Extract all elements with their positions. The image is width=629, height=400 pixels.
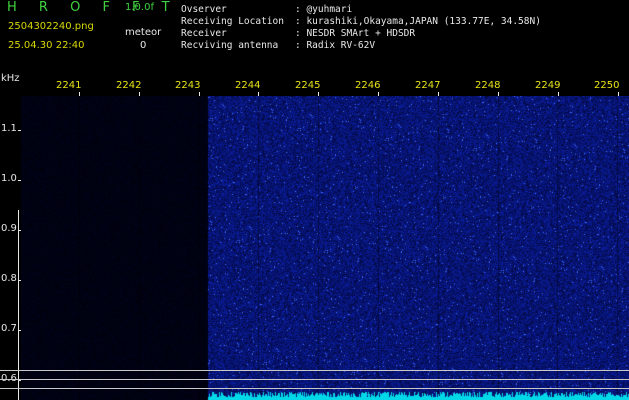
time-label-2250: 2250 bbox=[594, 80, 620, 91]
location-key: Receiving Location bbox=[181, 16, 284, 27]
freq-label-1-1: 1.1 bbox=[1, 123, 17, 134]
antenna-key: Recviving antenna bbox=[181, 40, 279, 51]
left-scale-bar bbox=[18, 210, 19, 400]
time-label-2249: 2249 bbox=[535, 80, 561, 91]
time-label-2242: 2242 bbox=[116, 80, 142, 91]
app-version: 1.0.0f bbox=[125, 2, 154, 13]
time-label-2241: 2241 bbox=[56, 80, 82, 91]
observer-key: Ovserver bbox=[181, 4, 227, 15]
antenna-value: : Radix RV-62V bbox=[295, 40, 376, 51]
reference-line bbox=[0, 388, 629, 389]
freq-label-1-0: 1.0 bbox=[1, 173, 17, 184]
location-value: : kurashiki,Okayama,JAPAN (133.77E, 34.5… bbox=[295, 16, 541, 27]
time-label-2247: 2247 bbox=[415, 80, 441, 91]
time-label-2245: 2245 bbox=[295, 80, 321, 91]
image-filename: 2504302240.png bbox=[8, 21, 94, 32]
freq-label-0-9: 0.9 bbox=[1, 223, 17, 234]
freq-label-0-7: 0.7 bbox=[1, 323, 17, 334]
capture-datetime: 25.04.30 22:40 bbox=[8, 40, 85, 51]
receiver-value: : NESDR SMArt + HDSDR bbox=[295, 28, 416, 39]
spectrogram-canvas bbox=[21, 96, 629, 400]
reference-line bbox=[0, 370, 629, 371]
meteor-label: meteor bbox=[125, 27, 162, 38]
time-label-2243: 2243 bbox=[175, 80, 201, 91]
hrofft-window: H R O F F T 1.0.0f 2504302240.png 25.04.… bbox=[0, 0, 629, 400]
meteor-count: 0 bbox=[140, 40, 147, 51]
reference-line bbox=[0, 379, 629, 380]
time-label-2248: 2248 bbox=[475, 80, 501, 91]
freq-label-0-8: 0.8 bbox=[1, 273, 17, 284]
observer-value: : @yuhmari bbox=[295, 4, 353, 15]
time-label-2246: 2246 bbox=[355, 80, 381, 91]
time-label-2244: 2244 bbox=[235, 80, 261, 91]
y-axis-unit: kHz bbox=[1, 73, 20, 84]
receiver-key: Receiver bbox=[181, 28, 227, 39]
